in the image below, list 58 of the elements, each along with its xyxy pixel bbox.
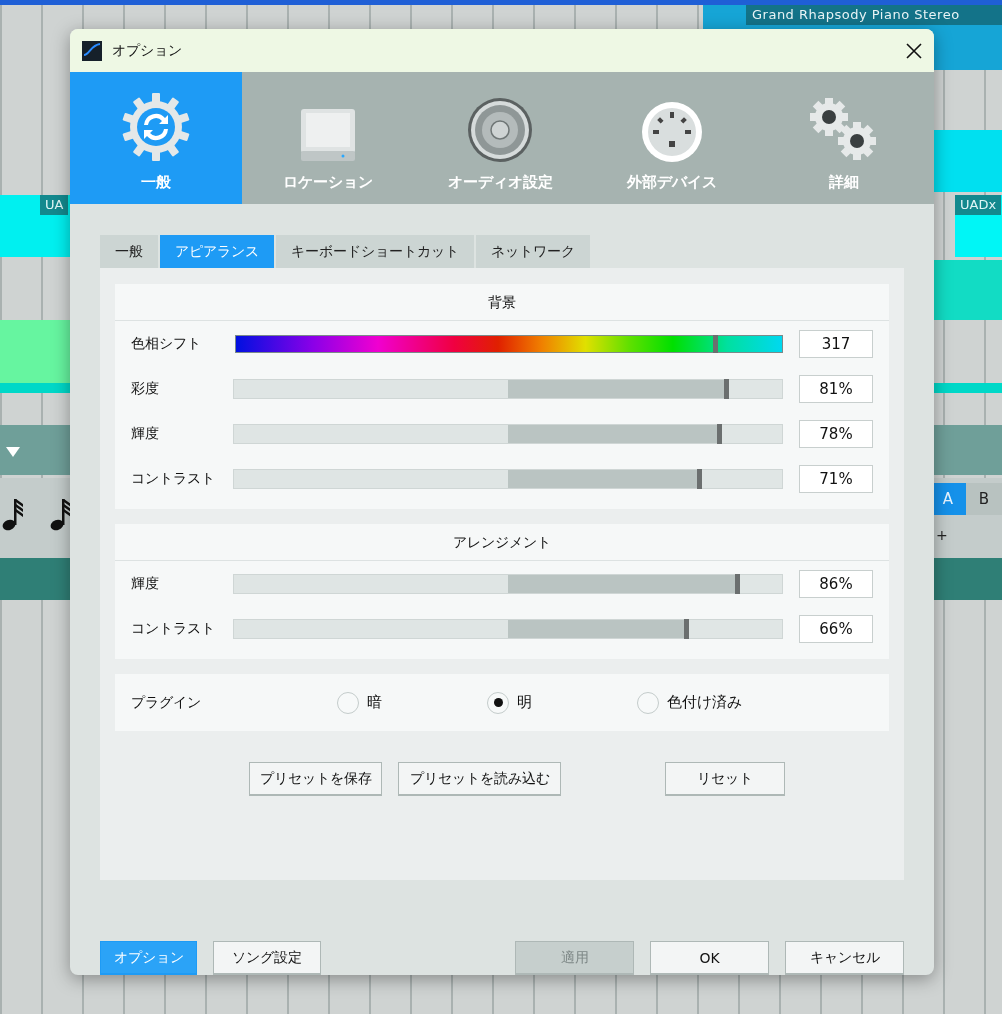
pad-button[interactable]: B	[966, 483, 1002, 515]
clip-label: UADx	[955, 195, 1002, 215]
value-field[interactable]: 71%	[799, 464, 873, 493]
radio-button[interactable]	[637, 691, 659, 714]
dropdown-icon	[6, 447, 20, 457]
row-label: 彩度	[131, 379, 160, 398]
slider-thumb[interactable]	[735, 573, 741, 594]
value-field[interactable]: 317	[799, 329, 873, 358]
slider-thumb[interactable]	[717, 423, 723, 444]
tab[interactable]: ネットワーク	[476, 235, 590, 268]
radio-button[interactable]	[487, 691, 509, 714]
radio-button[interactable]	[337, 691, 359, 714]
value-field[interactable]: 81%	[799, 374, 873, 403]
clip-label: UA	[40, 195, 69, 215]
drive-icon	[298, 107, 358, 163]
reset-button[interactable]: リセット	[665, 762, 785, 796]
tab[interactable]: 一般	[100, 235, 158, 268]
value-field[interactable]: 66%	[799, 614, 873, 643]
radio-option[interactable]: 暗	[337, 691, 487, 714]
value-field[interactable]: 78%	[799, 419, 873, 448]
gear-refresh-icon	[120, 91, 192, 163]
load-preset-button[interactable]: プリセットを読み込む	[398, 762, 561, 796]
row-label: コントラスト	[131, 619, 216, 638]
footer-button[interactable]: ソング設定	[213, 941, 321, 975]
track-title: Grand Rhapsody Piano Stereo	[746, 5, 1002, 25]
row-label: 輝度	[131, 424, 160, 443]
save-preset-button[interactable]: プリセットを保存	[249, 762, 382, 796]
close-icon[interactable]	[906, 42, 922, 59]
tab[interactable]: キーボードショートカット	[276, 235, 474, 268]
note-icon	[2, 497, 24, 531]
slider[interactable]	[233, 573, 783, 594]
row-label: 色相シフト	[131, 334, 202, 353]
slider[interactable]	[233, 618, 783, 639]
row-label: プラグイン	[131, 693, 202, 712]
footer-button[interactable]: OK	[650, 941, 769, 975]
app-icon	[82, 40, 102, 61]
hue-slider[interactable]	[235, 334, 783, 353]
radio-option[interactable]: 明	[487, 691, 637, 714]
slider[interactable]	[233, 378, 783, 399]
slider[interactable]	[233, 468, 783, 489]
midi-port-icon	[641, 101, 703, 163]
footer-button[interactable]: キャンセル	[785, 941, 904, 975]
add-label: +	[936, 527, 948, 543]
section-title: アレンジメント	[115, 524, 889, 561]
radio-option[interactable]: 色付け済み	[637, 691, 837, 714]
slider[interactable]	[233, 423, 783, 444]
gears-icon	[809, 97, 879, 163]
note-icon	[50, 497, 72, 531]
value-field[interactable]: 86%	[799, 569, 873, 598]
window-title: オプション	[112, 41, 183, 60]
row-label: 輝度	[131, 574, 160, 593]
section-title: 背景	[115, 284, 889, 321]
slider-thumb[interactable]	[696, 468, 702, 489]
slider-thumb[interactable]	[724, 378, 730, 399]
speaker-icon	[467, 97, 533, 163]
slider-thumb[interactable]	[684, 618, 690, 639]
slider-thumb[interactable]	[713, 334, 719, 353]
row-label: コントラスト	[131, 469, 216, 488]
